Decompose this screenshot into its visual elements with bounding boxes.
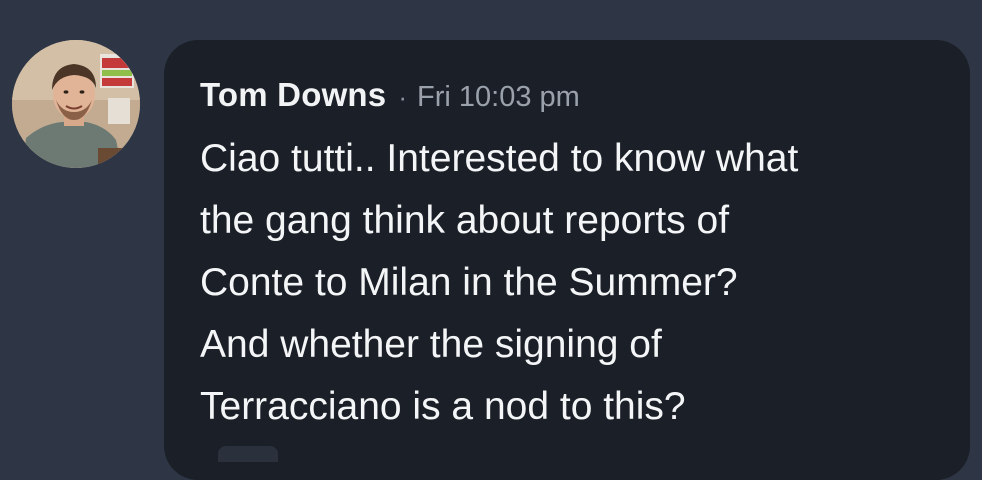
message-header: Tom Downs · Fri 10:03 pm [200, 76, 580, 116]
avatar[interactable] [12, 40, 140, 168]
reaction-chip-edge[interactable] [218, 446, 278, 462]
message-line: Ciao tutti.. Interested to know what [200, 137, 799, 180]
header-separator: · [398, 82, 408, 112]
message-line: Terracciano is a nod to this? [200, 385, 686, 428]
author-name[interactable]: Tom Downs [200, 76, 386, 114]
message-line: Conte to Milan in the Summer? [200, 261, 738, 304]
message-line: the gang think about reports of [200, 199, 730, 242]
message-timestamp: Fri 10:03 pm [417, 81, 580, 113]
message-body: Ciao tutti.. Interested to know what the… [200, 128, 960, 438]
message-row: Tom Downs · Fri 10:03 pm Ciao tutti.. In… [0, 0, 982, 480]
message-line: And whether the signing of [200, 323, 662, 366]
